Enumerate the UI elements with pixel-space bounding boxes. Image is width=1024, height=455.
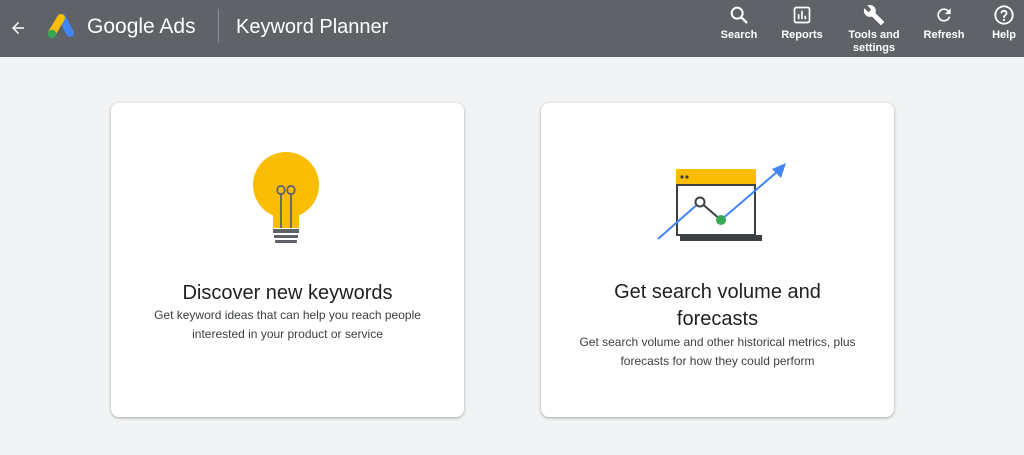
wrench-icon [863, 5, 885, 26]
card-description: Get search volume and other historical m… [579, 335, 856, 368]
card-title: Discover new keywords [182, 282, 393, 304]
reports-icon [793, 6, 811, 24]
forecast-chart-icon [657, 163, 786, 241]
reports-button[interactable]: Reports [778, 3, 826, 55]
help-button[interactable]: Help [986, 3, 1022, 55]
arrow-back-icon [12, 22, 24, 34]
lightbulb-icon [253, 152, 319, 243]
search-button[interactable]: Search [719, 3, 759, 55]
refresh-icon [937, 8, 951, 22]
help-icon [994, 5, 1014, 25]
brand-name: Google Ads [87, 15, 196, 38]
help-button-label: Help [992, 29, 1016, 41]
tools-and-settings-label: Tools and settings [848, 29, 900, 54]
tools-and-settings-button[interactable]: Tools and settings [843, 3, 905, 55]
search-button-label: Search [720, 29, 758, 41]
google-ads-logo-icon [47, 14, 74, 39]
card-description: Get keyword ideas that can help you reac… [154, 308, 421, 341]
refresh-button-label: Refresh [923, 29, 965, 41]
back-button[interactable] [8, 14, 28, 42]
page-title: Keyword Planner [236, 16, 389, 38]
top-app-bar: Google Ads Keyword Planner Search Report… [0, 0, 1024, 57]
refresh-button[interactable]: Refresh [920, 3, 968, 55]
search-icon [730, 6, 748, 24]
card-title: Get search volume and forecasts [614, 281, 821, 330]
discover-new-keywords-card[interactable]: Discover new keywords Get keyword ideas … [111, 103, 464, 417]
reports-button-label: Reports [781, 29, 823, 41]
search-volume-forecasts-card[interactable]: Get search volume and forecasts Get sear… [541, 103, 894, 417]
header-divider [218, 9, 219, 43]
